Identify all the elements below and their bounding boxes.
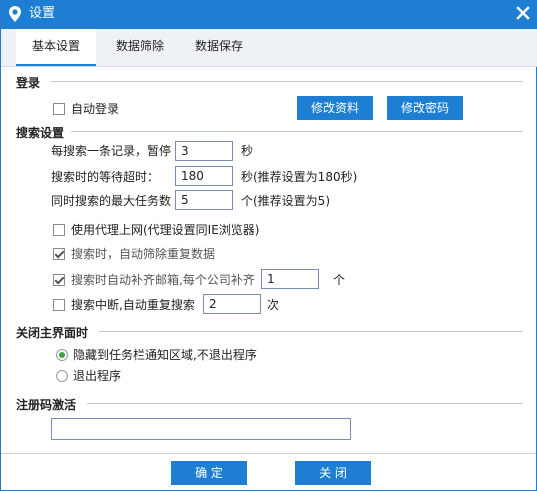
tab-data-save[interactable]: 数据保存 (181, 29, 257, 64)
proxy-checkbox[interactable] (53, 224, 65, 236)
tab-bar: 基本设置 数据筛除 数据保存 (1, 29, 537, 67)
footer-divider (1, 453, 536, 454)
section-divider (87, 403, 523, 404)
retry-checkbox[interactable] (53, 299, 65, 311)
close-button[interactable]: 关 闭 (295, 461, 371, 485)
retry-unit-label: 次 (267, 298, 280, 312)
section-title-registration: 注册码激活 (16, 398, 77, 412)
auto-login-label: 自动登录 (71, 102, 120, 116)
exit-program-radio[interactable] (56, 370, 68, 382)
retry-label: 搜索中断,自动重复搜索 (71, 298, 195, 312)
fill-email-checkbox[interactable] (53, 274, 65, 286)
fill-email-label: 搜索时自动补齐邮箱,每个公司补齐 (71, 273, 255, 287)
dedupe-checkbox[interactable] (53, 248, 65, 260)
section-divider (99, 331, 523, 332)
section-divider (51, 81, 523, 82)
change-password-button[interactable]: 修改密码 (387, 96, 463, 120)
hide-to-tray-radio[interactable] (56, 349, 68, 361)
section-title-login: 登录 (16, 76, 41, 90)
location-pin-icon (9, 6, 21, 22)
tab-data-filter[interactable]: 数据筛除 (102, 29, 178, 64)
edit-profile-button[interactable]: 修改资料 (297, 96, 373, 120)
fill-email-unit-label: 个 (333, 273, 346, 287)
timeout-label: 搜索时的等待超时： (51, 170, 160, 184)
retry-count-input[interactable] (203, 294, 261, 314)
max-tasks-label: 同时搜索的最大任务数 (51, 194, 172, 208)
max-tasks-unit-label: 个(推荐设置为5) (241, 194, 330, 208)
fill-email-count-input[interactable] (261, 269, 319, 289)
pause-unit-label: 秒 (241, 144, 254, 158)
title-bar: 设置 (1, 0, 537, 29)
close-icon[interactable] (514, 4, 532, 22)
pause-seconds-input[interactable] (175, 141, 233, 161)
hide-to-tray-label: 隐藏到任务栏通知区域,不退出程序 (73, 348, 257, 362)
exit-program-label: 退出程序 (73, 369, 122, 383)
dedupe-label: 搜索时，自动筛除重复数据 (71, 247, 216, 261)
window-title: 设置 (29, 6, 56, 21)
section-title-close-behavior: 关闭主界面时 (16, 326, 89, 340)
proxy-label: 使用代理上网(代理设置同IE浏览器) (71, 223, 260, 237)
ok-button[interactable]: 确 定 (171, 461, 247, 485)
settings-window: 设置 基本设置 数据筛除 数据保存 登录 自动登录 修改资料 修改密码 搜索设置… (0, 0, 537, 491)
auto-login-checkbox[interactable] (53, 103, 65, 115)
registration-code-input[interactable] (51, 418, 351, 440)
section-divider (71, 131, 523, 132)
max-tasks-input[interactable] (175, 190, 233, 210)
section-title-search: 搜索设置 (16, 126, 65, 140)
tab-basic-settings[interactable]: 基本设置 (16, 29, 96, 66)
timeout-input[interactable] (175, 166, 233, 186)
pause-label: 每搜索一条记录，暂停 (51, 144, 172, 158)
timeout-unit-label: 秒(推荐设置为180秒) (241, 170, 358, 184)
